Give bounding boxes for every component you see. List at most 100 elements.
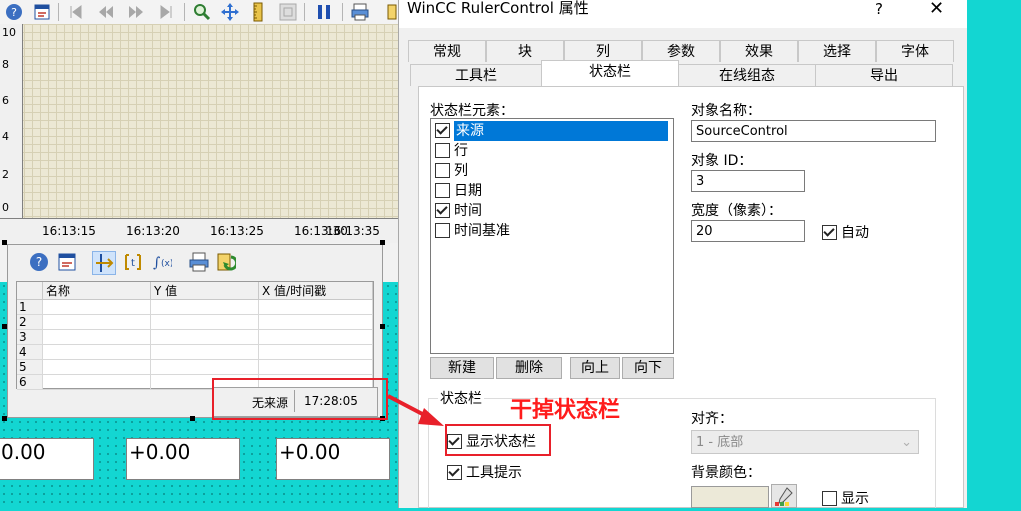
list-item[interactable]: 时间基准: [435, 221, 671, 241]
svg-text:(x): (x): [161, 259, 172, 269]
statusbar-elements-list[interactable]: 来源 行 列 日期 时间 时间基准: [430, 118, 674, 354]
selection-handle[interactable]: [2, 324, 7, 329]
table-row[interactable]: 3: [17, 329, 373, 345]
statistics-icon[interactable]: [278, 2, 298, 22]
tab-effects[interactable]: 效果: [720, 40, 798, 62]
row-number: 3: [17, 329, 43, 345]
y-tick: 6: [2, 94, 9, 107]
tab-general[interactable]: 常规: [408, 40, 486, 62]
tab-font[interactable]: 字体: [876, 40, 954, 62]
tooltip-checkbox[interactable]: 工具提示: [447, 462, 522, 482]
ruler-window-icon[interactable]: [92, 251, 116, 275]
last-icon[interactable]: [156, 2, 176, 22]
svg-text:∫: ∫: [153, 255, 160, 271]
bg-color-swatch[interactable]: [691, 486, 769, 508]
config-dialog-icon[interactable]: [32, 2, 52, 22]
first-icon[interactable]: [66, 2, 86, 22]
checkbox[interactable]: [435, 122, 450, 138]
show-bg-checkbox[interactable]: 显示: [822, 488, 869, 508]
help-button[interactable]: ?: [875, 0, 883, 18]
separator: [342, 3, 343, 21]
io-field[interactable]: 0.00: [0, 438, 94, 480]
selection-handle[interactable]: [380, 240, 385, 245]
annotation-box-ruler-statusbar: [212, 378, 388, 420]
design-canvas: ? 10 8 6 4 2 0 16:13:15 16:13:20 16:13:2…: [0, 0, 398, 508]
print-icon[interactable]: [350, 2, 370, 22]
checkbox[interactable]: [435, 202, 450, 218]
rewind-icon[interactable]: [96, 2, 116, 22]
print-icon[interactable]: [188, 251, 210, 273]
move-down-button[interactable]: 向下: [622, 357, 674, 379]
tab-online-config[interactable]: 在线组态: [678, 64, 816, 86]
table-row[interactable]: 1: [17, 299, 373, 315]
annotation-arrow-icon: [387, 394, 444, 426]
tab-parameters[interactable]: 参数: [642, 40, 720, 62]
checkbox[interactable]: [435, 162, 450, 178]
object-name-field[interactable]: SourceControl: [691, 120, 936, 142]
list-item[interactable]: 来源: [435, 121, 671, 141]
checkbox[interactable]: [447, 464, 462, 480]
checkbox[interactable]: [435, 222, 450, 238]
tab-toolbar[interactable]: 工具栏: [410, 64, 542, 86]
color-picker-button[interactable]: [771, 484, 797, 508]
pause-icon[interactable]: [314, 2, 334, 22]
x-tick: 16:13:35: [326, 224, 380, 238]
help-icon[interactable]: ?: [4, 2, 24, 22]
selection-handle[interactable]: [380, 324, 385, 329]
new-button[interactable]: 新建: [430, 357, 494, 379]
table-row[interactable]: 4: [17, 344, 373, 360]
io-field[interactable]: +0.00: [126, 438, 240, 480]
move-icon[interactable]: [220, 2, 240, 22]
export-icon[interactable]: [214, 251, 236, 273]
zoom-icon[interactable]: [192, 2, 212, 22]
tab-columns[interactable]: 列: [564, 40, 642, 62]
column-header-y[interactable]: Y 值: [150, 282, 259, 300]
row-number: 5: [17, 359, 43, 375]
delete-button[interactable]: 删除: [496, 357, 562, 379]
list-item[interactable]: 行: [435, 141, 671, 161]
tab-selection[interactable]: 选择: [798, 40, 876, 62]
close-button[interactable]: ✕: [929, 0, 944, 19]
move-up-button[interactable]: 向上: [570, 357, 620, 379]
row-number: 2: [17, 314, 43, 330]
checkbox[interactable]: [822, 490, 837, 506]
selection-handle[interactable]: [2, 416, 7, 421]
y-tick: 4: [2, 130, 9, 143]
row-number: 1: [17, 299, 43, 315]
align-select[interactable]: 1 - 底部 ⌄: [691, 430, 919, 454]
annotation-box-show-statusbar: [445, 424, 551, 456]
statistics-icon[interactable]: ∫(x): [150, 251, 172, 273]
object-id-field[interactable]: 3: [691, 170, 805, 192]
table-cell: [258, 359, 373, 375]
tab-blocks[interactable]: 块: [486, 40, 564, 62]
list-item[interactable]: 列: [435, 161, 671, 181]
io-field[interactable]: +0.00: [276, 438, 390, 480]
ruler-table[interactable]: 名称 Y 值 X 值/时间戳 1 2 3 4 5 6: [16, 281, 374, 390]
help-icon[interactable]: ?: [28, 251, 50, 273]
trend-plot-area[interactable]: [0, 24, 398, 220]
ruler-icon[interactable]: [248, 2, 268, 22]
checkbox[interactable]: [435, 142, 450, 158]
list-item[interactable]: 时间: [435, 201, 671, 221]
table-row[interactable]: 2: [17, 314, 373, 330]
row-number: 4: [17, 344, 43, 360]
width-field[interactable]: 20: [691, 220, 805, 242]
table-row[interactable]: 5: [17, 359, 373, 375]
column-header-x[interactable]: X 值/时间戳: [258, 282, 373, 300]
tab-export[interactable]: 导出: [815, 64, 953, 86]
selection-handle[interactable]: [2, 240, 7, 245]
row-number: 6: [17, 374, 43, 390]
list-item[interactable]: 日期: [435, 181, 671, 201]
checkbox[interactable]: [822, 224, 837, 240]
statistics-area-icon[interactable]: t: [122, 251, 144, 273]
selection-handle[interactable]: [190, 416, 195, 421]
table-cell: [150, 344, 259, 360]
y-tick: 10: [2, 26, 16, 39]
export-icon[interactable]: [384, 2, 398, 22]
config-dialog-icon[interactable]: [56, 251, 78, 273]
column-header-name[interactable]: 名称: [42, 282, 151, 300]
tab-statusbar[interactable]: 状态栏: [541, 60, 679, 86]
checkbox[interactable]: [435, 182, 450, 198]
forward-icon[interactable]: [126, 2, 146, 22]
auto-checkbox[interactable]: 自动: [822, 222, 869, 242]
